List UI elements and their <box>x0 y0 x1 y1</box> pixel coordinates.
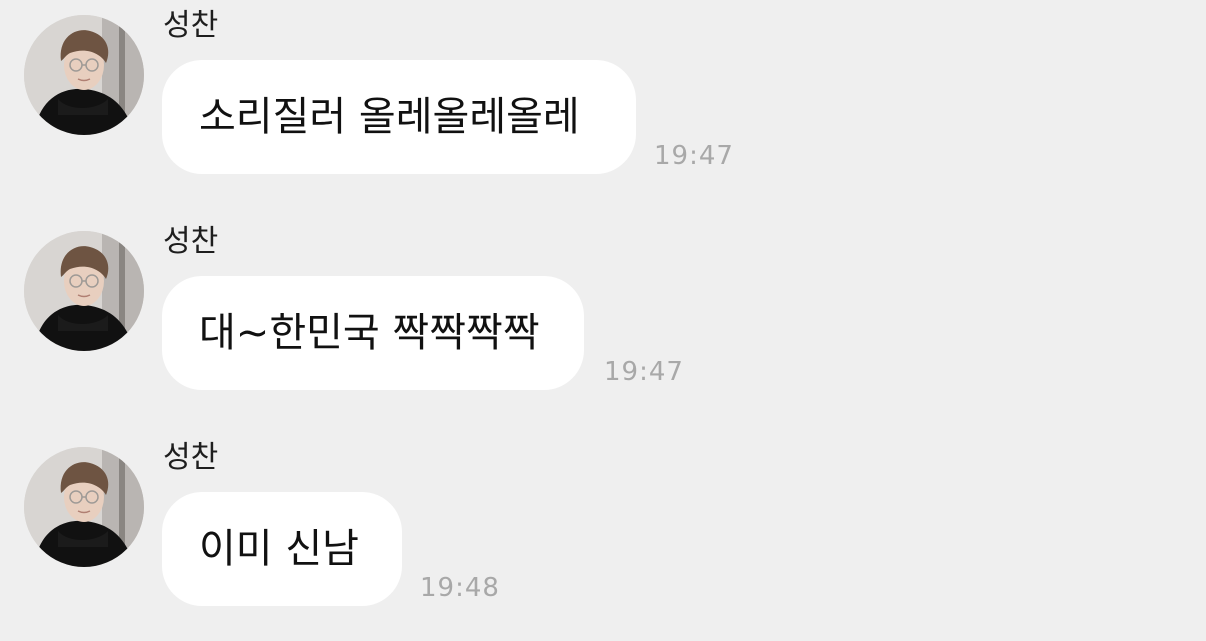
message-timestamp: 19:47 <box>604 357 684 387</box>
message-timestamp: 19:47 <box>654 141 734 171</box>
profile-photo <box>24 231 144 351</box>
avatar[interactable] <box>24 15 144 135</box>
sender-name: 성찬 <box>163 8 219 43</box>
chat-screen: { "messages": [ { "sender": "성찬", "text"… <box>0 0 1206 641</box>
message-bubble[interactable]: 대~한민국 짝짝짝짝 <box>162 276 584 390</box>
message-row: 성찬 대~한민국 짝짝짝짝 19:47 <box>0 216 1206 416</box>
message-timestamp: 19:48 <box>420 573 500 603</box>
profile-photo <box>24 15 144 135</box>
message-bubble[interactable]: 이미 신남 <box>162 492 402 606</box>
sender-name: 성찬 <box>163 224 219 259</box>
message-row: 성찬 이미 신남 19:48 <box>0 432 1206 632</box>
message-row: 성찬 소리질러 올레올레올레 19:47 <box>0 0 1206 200</box>
avatar[interactable] <box>24 447 144 567</box>
message-bubble[interactable]: 소리질러 올레올레올레 <box>162 60 636 174</box>
sender-name: 성찬 <box>163 440 219 475</box>
profile-photo <box>24 447 144 567</box>
avatar[interactable] <box>24 231 144 351</box>
